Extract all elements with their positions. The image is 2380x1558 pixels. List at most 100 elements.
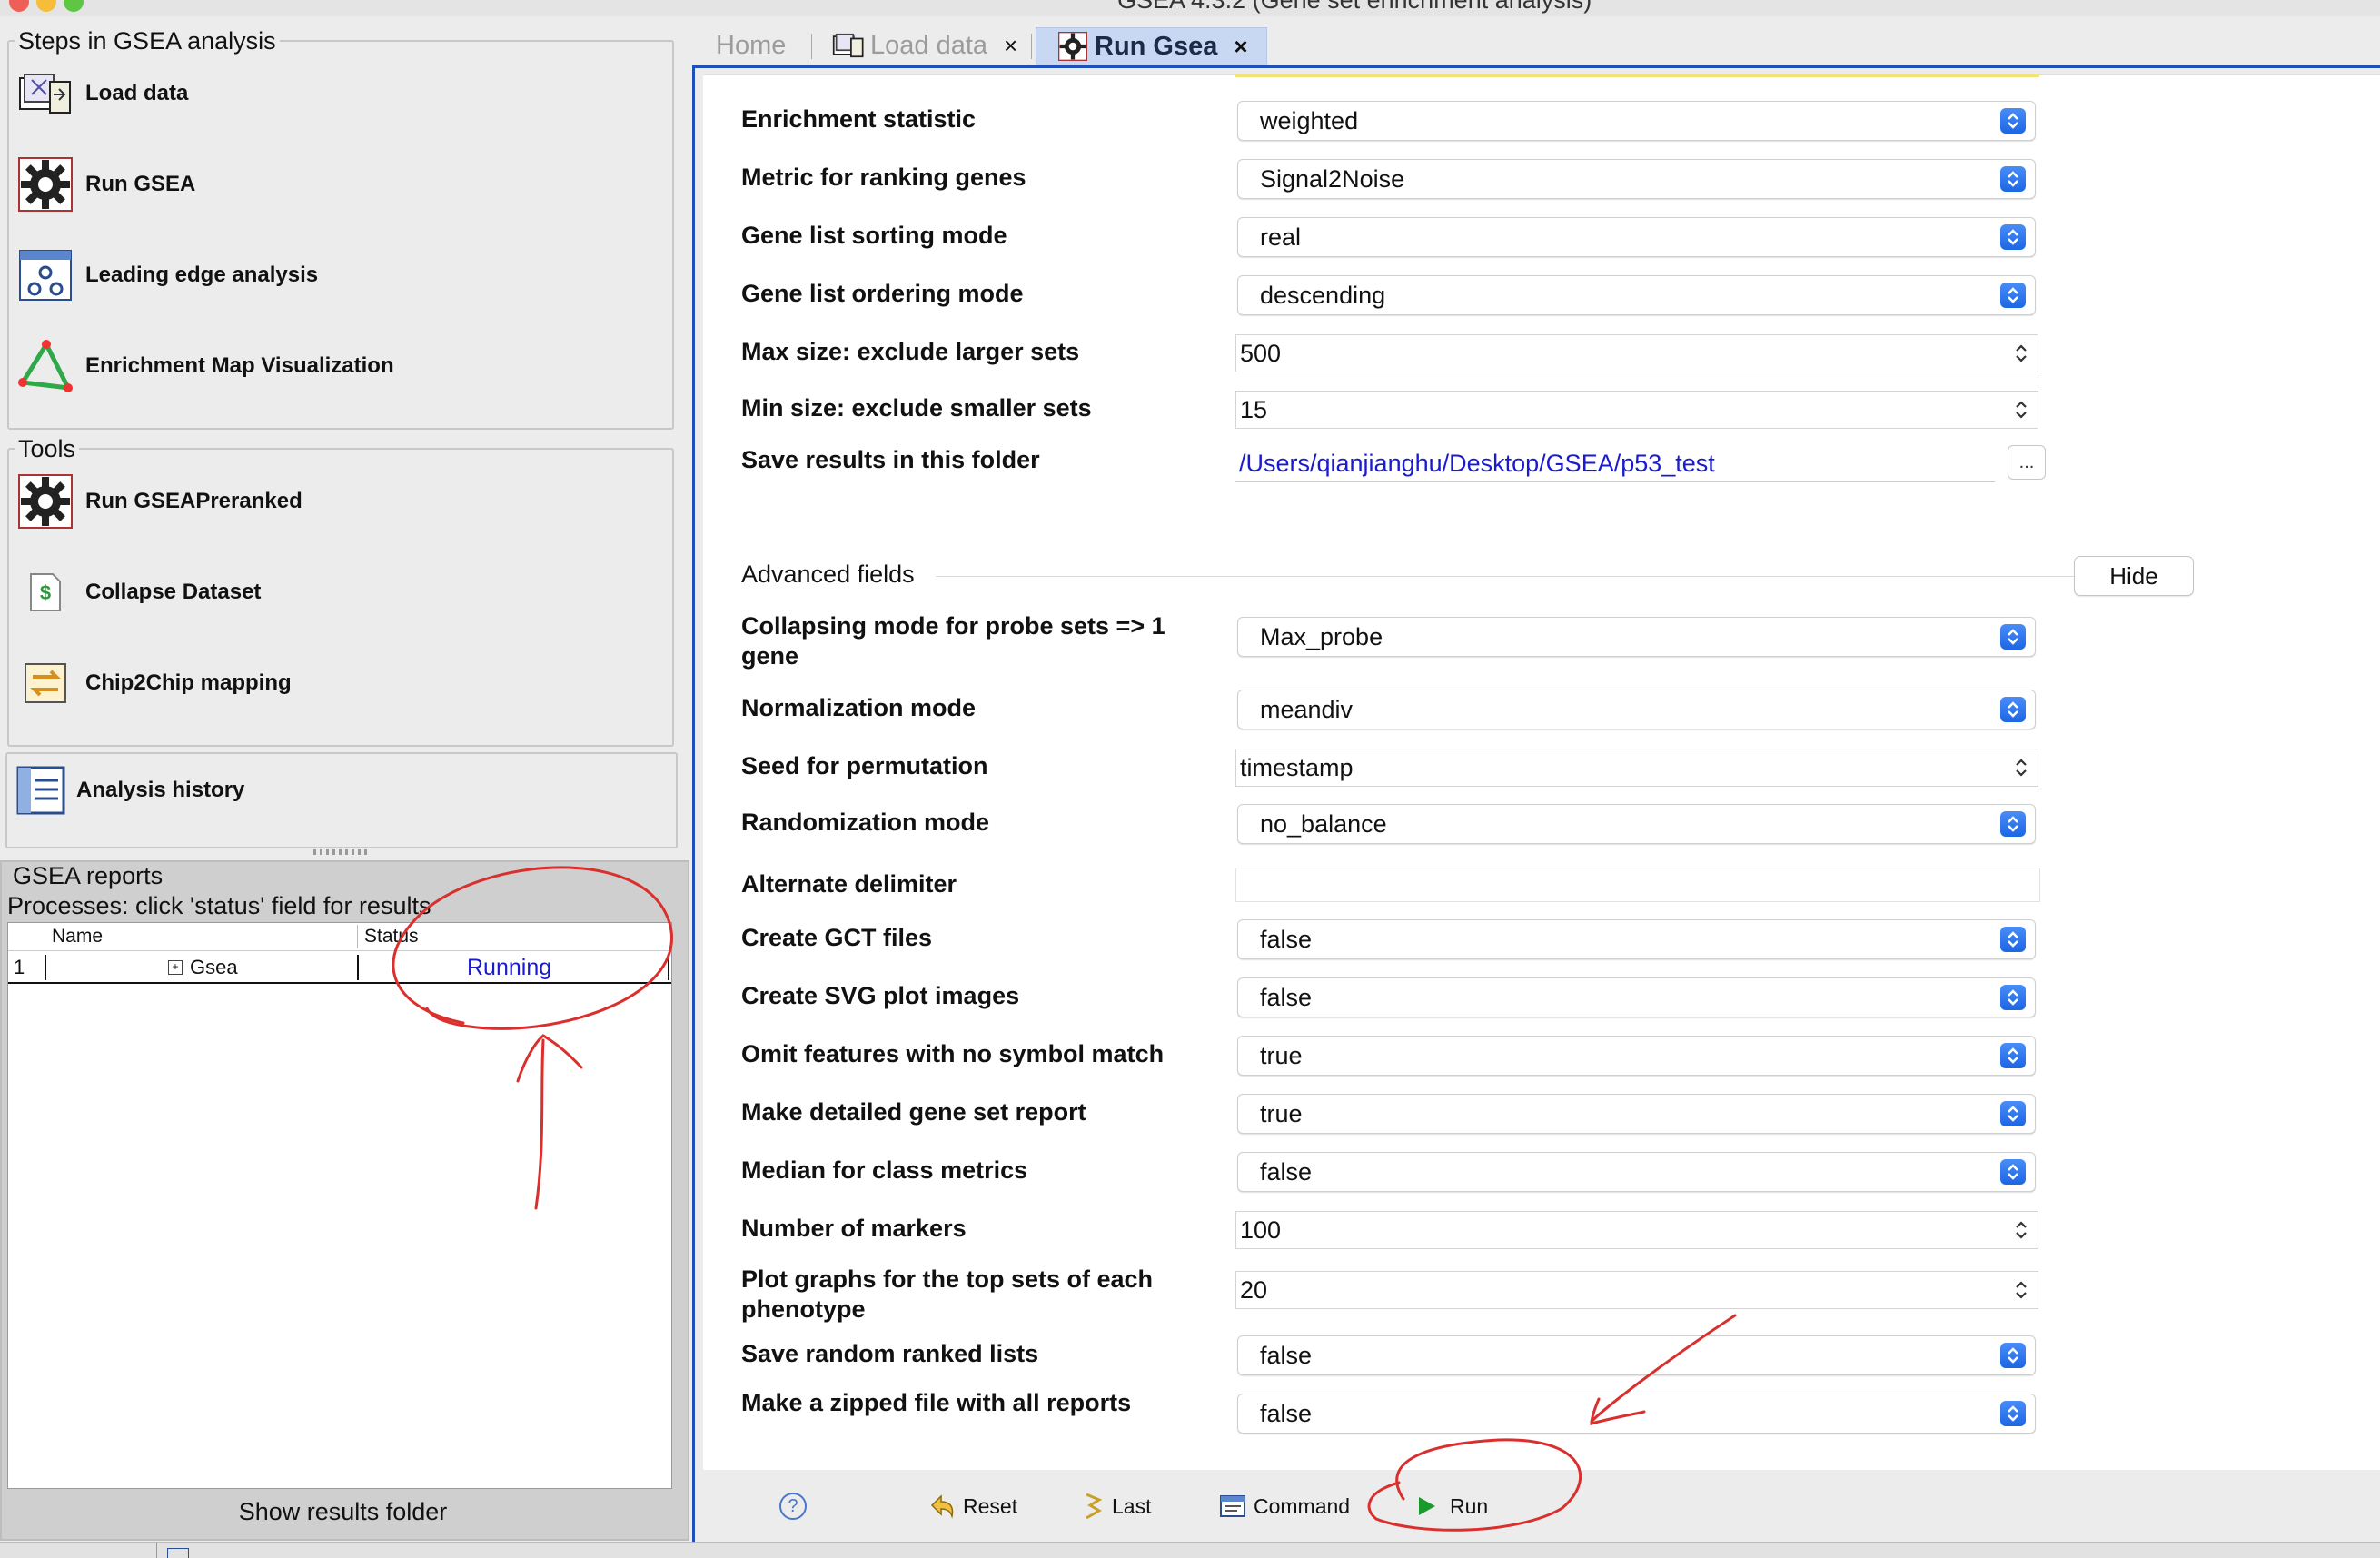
dropdown-select[interactable]: false (1237, 1152, 2036, 1192)
field-label: Save random ranked lists (741, 1340, 1039, 1367)
run-button[interactable]: Run (1417, 1490, 1488, 1523)
close-window-button[interactable] (9, 0, 29, 12)
step-label: Load data (85, 81, 189, 105)
tab-close-icon[interactable]: × (1234, 33, 1247, 61)
tab-home[interactable]: Home (716, 28, 786, 63)
dropdown-select[interactable]: false (1237, 1394, 2036, 1434)
tab-run-gsea[interactable]: Run Gsea × (1036, 27, 1267, 65)
gear-icon (16, 157, 74, 212)
field-label: Randomization mode (741, 809, 990, 836)
field-value: 15 (1240, 395, 1268, 423)
number-spinner[interactable]: 100 (1235, 1211, 2038, 1249)
tool-collapse-dataset[interactable]: $ Collapse Dataset (16, 565, 261, 620)
status-running-link[interactable]: Running (467, 953, 551, 982)
tool-label: Run GSEAPreranked (85, 489, 302, 513)
spinner-arrows-icon[interactable] (2012, 397, 2030, 422)
gear-icon (1058, 32, 1087, 61)
field-label: Create GCT files (741, 924, 933, 951)
chevron-updown-icon (2000, 283, 2026, 308)
dropdown-select[interactable]: meandiv (1237, 690, 2036, 729)
dropdown-select[interactable]: true (1237, 1094, 2036, 1134)
swap-icon (16, 658, 74, 709)
chevron-updown-icon (2000, 624, 2026, 650)
chevron-updown-icon (2000, 811, 2026, 837)
load-data-icon (16, 68, 74, 119)
browse-folder-button[interactable]: ... (2008, 445, 2046, 480)
number-spinner[interactable]: timestamp (1235, 749, 2038, 787)
process-table: Name Status 1 + Gsea Running (7, 922, 672, 1489)
save-folder-field[interactable]: /Users/qianjianghu/Desktop/GSEA/p53_test (1235, 445, 1995, 482)
field-label: Create SVG plot images (741, 982, 1020, 1009)
dropdown-select[interactable]: false (1237, 1335, 2036, 1375)
tab-load-data[interactable]: Load data × (832, 28, 1017, 63)
dropdown-select[interactable]: no_balance (1237, 804, 2036, 844)
spinner-arrows-icon[interactable] (2012, 1277, 2030, 1303)
tool-chip2chip[interactable]: Chip2Chip mapping (16, 656, 292, 710)
reset-icon (928, 1493, 956, 1520)
leading-edge-icon (16, 250, 74, 301)
dropdown-select[interactable]: Max_probe (1237, 617, 2036, 657)
hide-advanced-button[interactable]: Hide (2074, 556, 2194, 596)
row-index: 1 (14, 956, 25, 978)
number-spinner[interactable]: 20 (1235, 1271, 2038, 1309)
window-title: GSEA 4.3.2 (Gene set enrichment analysis… (1117, 0, 1592, 14)
tab-label: Load data (870, 30, 988, 60)
field-value: timestamp (1240, 753, 1354, 781)
dropdown-select[interactable]: false (1237, 977, 2036, 1017)
show-results-folder-button[interactable]: Show results folder (9, 1491, 677, 1533)
selected-value: real (1260, 223, 1302, 251)
spinner-arrows-icon[interactable] (2012, 1217, 2030, 1243)
tool-label: Chip2Chip mapping (85, 670, 292, 695)
help-icon[interactable]: ? (779, 1493, 807, 1520)
process-name: Gsea (190, 956, 238, 978)
window-titlebar: GSEA 4.3.2 (Gene set enrichment analysis… (0, 0, 2380, 16)
number-spinner[interactable]: 15 (1235, 391, 2038, 429)
number-spinner[interactable]: 500 (1235, 334, 2038, 372)
field-label: Make a zipped file with all reports (741, 1389, 1132, 1416)
spinner-arrows-icon[interactable] (2012, 755, 2030, 780)
text-input[interactable] (1235, 868, 2040, 902)
tool-run-gsea-preranked[interactable]: Run GSEAPreranked (16, 474, 302, 529)
field-label: Metric for ranking genes (741, 164, 1026, 191)
step-label: Enrichment Map Visualization (85, 353, 394, 378)
step-load-data[interactable]: Load data (16, 66, 188, 121)
dropdown-select[interactable]: false (1237, 919, 2036, 959)
play-icon (1417, 1495, 1437, 1517)
reset-button[interactable]: Reset (928, 1490, 1017, 1523)
column-header-name[interactable]: Name (52, 923, 103, 950)
load-data-icon (832, 31, 865, 60)
dropdown-select[interactable]: real (1237, 217, 2036, 257)
selected-value: false (1260, 983, 1313, 1011)
dropdown-select[interactable]: true (1237, 1036, 2036, 1076)
dropdown-select[interactable]: Signal2Noise (1237, 159, 2036, 199)
chevron-updown-icon (2000, 985, 2026, 1010)
selected-value: true (1260, 1041, 1303, 1069)
dropdown-select[interactable]: weighted (1237, 101, 2036, 141)
triangle-network-icon (16, 339, 74, 392)
step-label: Run GSEA (85, 172, 196, 196)
command-button[interactable]: Command (1219, 1490, 1350, 1523)
step-label: Leading edge analysis (85, 263, 319, 287)
tab-close-icon[interactable]: × (1004, 32, 1017, 60)
splitter-handle[interactable] (313, 849, 368, 855)
field-label: Normalization mode (741, 694, 977, 721)
spinner-arrows-icon[interactable] (2012, 341, 2030, 366)
zoom-window-button[interactable] (64, 0, 84, 12)
step-run-gsea[interactable]: Run GSEA (16, 157, 195, 212)
selected-value: true (1260, 1099, 1303, 1127)
minimize-window-button[interactable] (36, 0, 56, 12)
analysis-history-button[interactable]: Analysis history (13, 763, 244, 818)
reports-title: GSEA reports (13, 862, 164, 889)
column-header-status[interactable]: Status (364, 923, 419, 950)
expand-icon[interactable]: + (168, 960, 183, 975)
chevron-updown-icon (2000, 1101, 2026, 1126)
field-label: Collapsing mode for probe sets => 1 gene (741, 612, 1165, 670)
field-label: Number of markers (741, 1215, 967, 1242)
step-enrichment-map[interactable]: Enrichment Map Visualization (16, 339, 394, 393)
svg-text:$: $ (40, 581, 51, 604)
step-leading-edge[interactable]: Leading edge analysis (16, 248, 318, 303)
last-button[interactable]: Last (1081, 1490, 1151, 1523)
selected-value: Max_probe (1260, 622, 1383, 650)
dropdown-select[interactable]: descending (1237, 275, 2036, 315)
chevron-updown-icon (2000, 1159, 2026, 1185)
